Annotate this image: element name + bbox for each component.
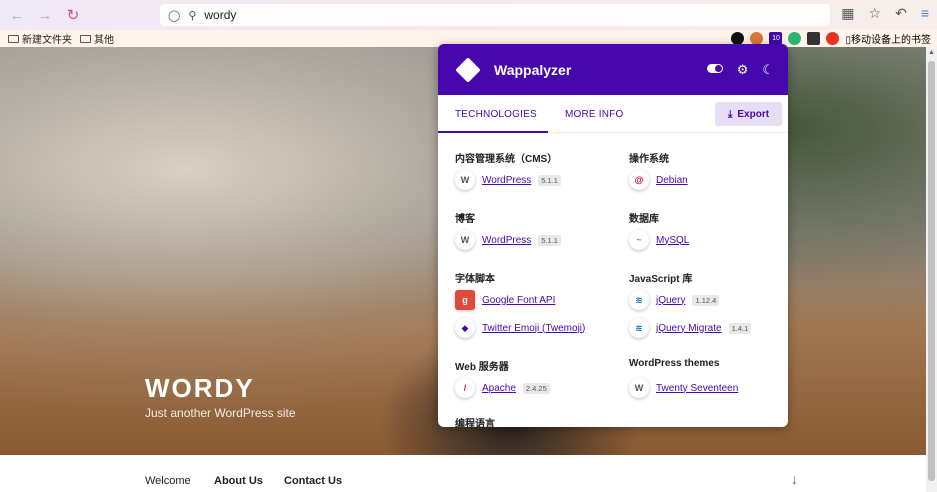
download-icon: ⤓ <box>727 108 733 120</box>
category-blog: 博客 <box>455 214 475 225</box>
twemoji-icon: ◆ <box>455 318 475 338</box>
undo-icon[interactable]: ↶ <box>895 5 907 22</box>
tech-version: 2.4.25 <box>522 382 550 394</box>
grammarly-icon[interactable] <box>788 32 802 45</box>
scroll-up-icon[interactable]: ▲ <box>928 49 935 56</box>
tech-name[interactable]: jQuery Migrate <box>656 323 722 334</box>
extension-icon[interactable] <box>826 32 840 45</box>
jquery-icon: ≋ <box>629 290 649 310</box>
mobile-bookmarks-label: 移动设备上的书签 <box>851 35 931 46</box>
back-icon[interactable]: ← <box>6 4 28 26</box>
nav-about-us[interactable]: About Us <box>214 475 263 487</box>
export-label: Export <box>737 108 770 120</box>
category-font-scripts: 字体脚本 <box>455 274 495 285</box>
mysql-icon: ~ <box>629 230 649 250</box>
browser-toolbar: ← → ↻ ◯ ⚲ wordy ▦ ☆ ↶ ≡ <box>0 0 937 30</box>
tech-item[interactable]: ≋ jQuery 1.12.4 <box>629 290 720 310</box>
category-javascript-libs: JavaScript 库 <box>629 274 693 285</box>
tech-name[interactable]: Twenty Seventeen <box>656 383 738 394</box>
folder-icon <box>8 34 19 43</box>
mobile-bookmarks[interactable]: ▯移动设备上的书签 <box>845 31 931 46</box>
debian-icon: @ <box>629 170 649 190</box>
forward-icon[interactable]: → <box>34 4 56 26</box>
wordpress-icon: W <box>455 170 475 190</box>
site-navigation: Welcome About Us Contact Us ↓ <box>0 455 926 492</box>
tech-name[interactable]: jQuery <box>656 295 685 306</box>
nav-welcome[interactable]: Welcome <box>145 475 191 487</box>
bookmark-label: 其他 <box>94 35 114 46</box>
wappalyzer-logo-icon <box>454 60 484 80</box>
tech-name[interactable]: MySQL <box>656 235 689 246</box>
tech-item[interactable]: ◆ Twitter Emoji (Twemoji) <box>455 318 585 338</box>
export-button[interactable]: ⤓ Export <box>715 102 782 126</box>
scroll-down-icon[interactable]: ↓ <box>791 471 798 487</box>
brand-name: Wappalyzer <box>494 61 572 78</box>
tech-name[interactable]: Debian <box>656 175 688 186</box>
site-title[interactable]: WORDY <box>145 373 255 404</box>
bookmark-label: 新建文件夹 <box>22 35 72 46</box>
tech-name[interactable]: Google Font API <box>482 295 555 306</box>
bookmark-folder-other[interactable]: 其他 <box>80 31 114 46</box>
tab-technologies[interactable]: TECHNOLOGIES <box>455 109 537 120</box>
tech-item[interactable]: ~ MySQL <box>629 230 689 250</box>
reload-icon[interactable]: ↻ <box>62 4 84 26</box>
shield-icon[interactable]: ◯ <box>168 9 180 22</box>
category-os: 操作系统 <box>629 154 669 165</box>
popup-header: Wappalyzer ⚙ ☾ <box>438 44 788 95</box>
dark-mode-icon[interactable]: ☾ <box>762 62 774 78</box>
tab-more-info[interactable]: MORE INFO <box>565 109 623 120</box>
tech-name[interactable]: Apache <box>482 383 516 394</box>
apache-icon: / <box>455 378 475 398</box>
bookmark-star-icon[interactable]: ☆ <box>869 5 882 22</box>
qr-code-icon[interactable]: ▦ <box>841 5 854 22</box>
jquery-migrate-icon: ≋ <box>629 318 649 338</box>
address-bar[interactable]: ◯ ⚲ wordy <box>160 4 830 26</box>
tech-version: 1.12.4 <box>692 294 720 306</box>
category-wordpress-themes: WordPress themes <box>629 358 720 369</box>
category-programming-languages: 编程语言 <box>455 419 495 427</box>
wappalyzer-popup: Wappalyzer ⚙ ☾ TECHNOLOGIES MORE INFO ⤓ … <box>438 44 788 427</box>
tech-name[interactable]: WordPress <box>482 175 531 186</box>
google-font-icon: g <box>455 290 475 310</box>
tech-version: 5.1.1 <box>538 174 561 186</box>
permissions-icon[interactable]: ⚲ <box>188 9 196 22</box>
tech-item[interactable]: W WordPress 5.1.1 <box>455 230 561 250</box>
tech-item[interactable]: / Apache 2.4.25 <box>455 378 550 398</box>
settings-icon[interactable]: ⚙ <box>737 62 749 78</box>
wordpress-icon: W <box>455 230 475 250</box>
tech-item[interactable]: W Twenty Seventeen <box>629 378 738 398</box>
menu-icon[interactable]: ≡ <box>921 5 929 22</box>
tech-item[interactable]: W WordPress 5.1.1 <box>455 170 561 190</box>
extension-icon[interactable] <box>807 32 821 45</box>
nav-contact-us[interactable]: Contact Us <box>284 475 342 487</box>
scrollbar-thumb[interactable] <box>928 61 935 481</box>
category-cms: 内容管理系统（CMS） <box>455 154 558 165</box>
tech-item[interactable]: @ Debian <box>629 170 688 190</box>
wordpress-icon: W <box>629 378 649 398</box>
page-scrollbar[interactable]: ▲ <box>926 47 937 492</box>
tech-name[interactable]: Twitter Emoji (Twemoji) <box>482 323 585 334</box>
tech-item[interactable]: ≋ jQuery Migrate 1.4.1 <box>629 318 752 338</box>
folder-icon <box>80 34 91 43</box>
tech-item[interactable]: g Google Font API <box>455 290 555 310</box>
url-text[interactable]: wordy <box>204 8 236 22</box>
tech-version: 1.4.1 <box>728 322 752 334</box>
category-database: 数据库 <box>629 214 659 225</box>
toggle-icon[interactable] <box>706 64 723 73</box>
popup-tabs: TECHNOLOGIES MORE INFO ⤓ Export <box>438 95 788 133</box>
category-web-server: Web 服务器 <box>455 362 509 373</box>
tech-name[interactable]: WordPress <box>482 235 531 246</box>
active-tab-indicator <box>438 131 548 133</box>
tech-version: 5.1.1 <box>538 234 561 246</box>
site-tagline: Just another WordPress site <box>145 406 296 420</box>
bookmark-folder-new[interactable]: 新建文件夹 <box>8 31 72 46</box>
